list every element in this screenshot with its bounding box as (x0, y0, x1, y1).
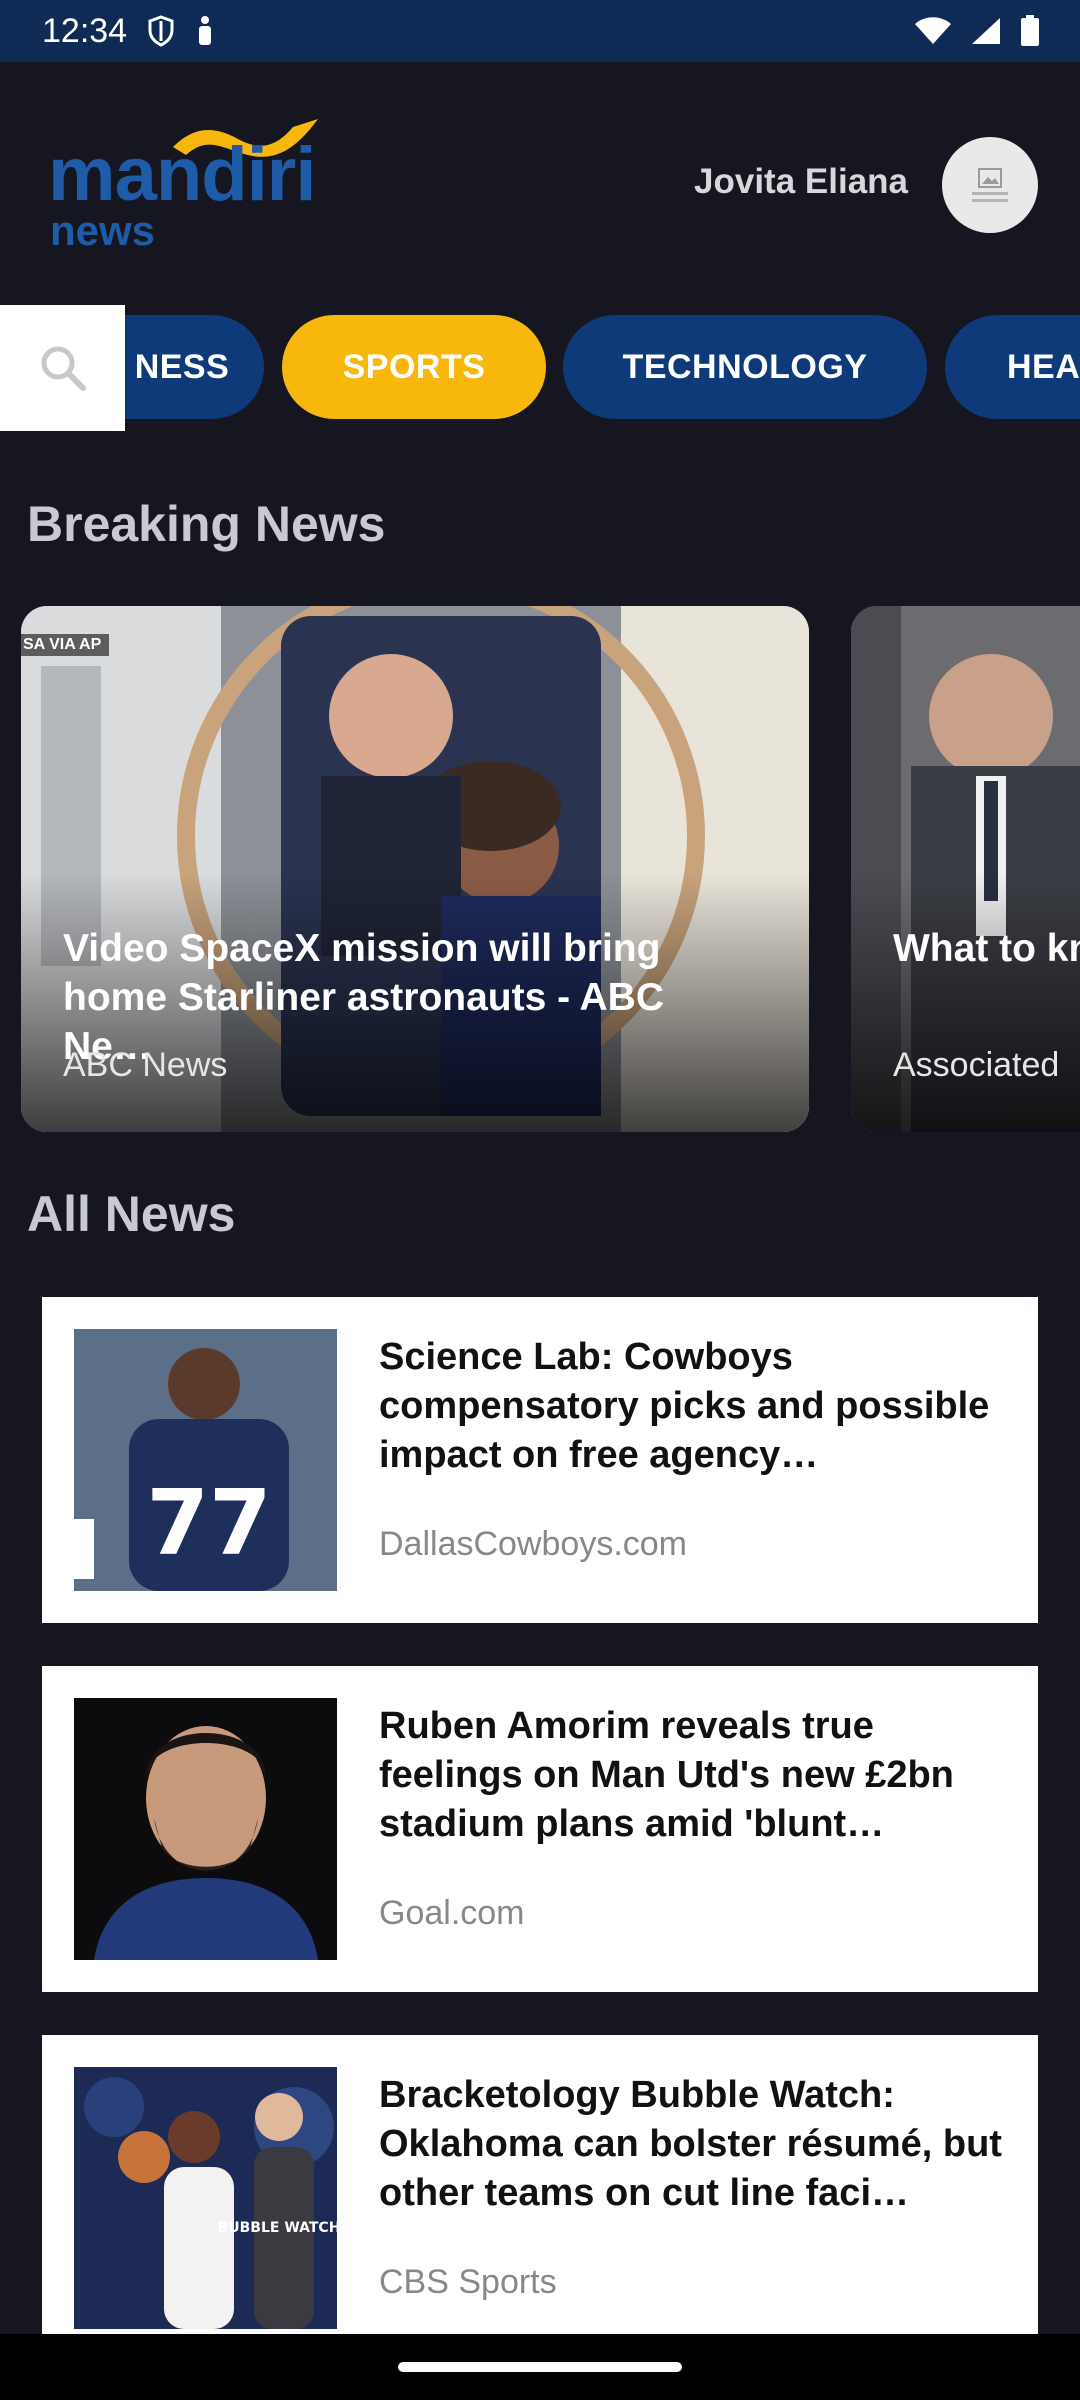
breaking-card-source: Associated (893, 1046, 1060, 1084)
logo-text-news: news (50, 207, 156, 254)
photo-credit: SA VIA AP (21, 634, 110, 656)
status-bar: 12:34 (0, 0, 1080, 62)
news-source: DallasCowboys.com (379, 1525, 687, 1563)
jersey-number: 77 (146, 1471, 271, 1576)
image-placeholder-icon (978, 168, 1002, 188)
app-header: mandiri news Jovita Eliana (0, 62, 1080, 302)
tab-sports-label: SPORTS (342, 347, 486, 386)
logo-text-mandiri: mandiri (48, 132, 316, 217)
news-list-item[interactable]: BUBBLE WATCH Bracketology Bubble Watch: … (42, 2035, 1038, 2361)
tab-technology[interactable]: TECHNOLOGY (563, 315, 927, 419)
signal-icon (972, 18, 1000, 44)
tab-business-label: NESS (134, 347, 230, 386)
news-thumbnail: 77 (74, 1329, 337, 1591)
wifi-icon (915, 17, 951, 44)
system-nav-bar (0, 2334, 1080, 2400)
avatar-placeholder-line (972, 192, 1008, 195)
tab-technology-label: TECHNOLOGY (622, 347, 868, 386)
coach-portrait-photo (74, 1698, 337, 1960)
category-tabs: NESS SPORTS TECHNOLOGY HEA (0, 305, 1080, 435)
bubble-watch-text: BUBBLE WATCH (218, 2220, 337, 2236)
home-gesture-handle[interactable] (398, 2362, 682, 2372)
news-list-item[interactable]: Ruben Amorim reveals true feelings on Ma… (42, 1666, 1038, 1992)
news-source: Goal.com (379, 1894, 525, 1932)
avatar-placeholder-line (972, 199, 1008, 202)
news-title: Science Lab: Cowboys compensatory picks … (379, 1336, 990, 1476)
breaking-news-title: Breaking News (27, 496, 386, 552)
search-button[interactable] (0, 305, 125, 431)
news-source: CBS Sports (379, 2263, 557, 2301)
breaking-news-carousel: SA VIA AP Video SpaceX mission will brin… (0, 606, 1080, 1132)
breaking-card-title: What to kn of Portuga (893, 927, 1080, 970)
tab-sports[interactable]: SPORTS (282, 315, 546, 419)
mandiri-news-logo[interactable]: mandiri news (48, 107, 348, 254)
card-gradient (851, 872, 1080, 1132)
tab-health-label: HEA (1007, 347, 1080, 386)
search-icon (41, 346, 86, 391)
breaking-card[interactable]: What to kn of Portuga Associated (851, 606, 1080, 1132)
avatar[interactable] (942, 137, 1038, 233)
tab-health[interactable]: HEA (945, 315, 1080, 419)
news-title: Ruben Amorim reveals true feelings on Ma… (379, 1705, 954, 1845)
news-thumbnail: BUBBLE WATCH (74, 2067, 337, 2329)
breaking-card[interactable]: SA VIA AP Video SpaceX mission will brin… (21, 606, 809, 1132)
person-icon (199, 16, 212, 45)
user-name[interactable]: Jovita Eliana (694, 162, 908, 202)
status-time: 12:34 (42, 11, 128, 50)
news-thumbnail (74, 1698, 337, 1960)
basketball-players-photo: BUBBLE WATCH (74, 2067, 337, 2329)
breaking-card-source: ABC News (63, 1046, 228, 1084)
news-list-item[interactable]: 77 Science Lab: Cowboys compensatory pic… (42, 1297, 1038, 1623)
news-title: Bracketology Bubble Watch: Oklahoma can … (379, 2074, 1002, 2214)
battery-icon (1021, 15, 1039, 46)
all-news-title: All News (27, 1186, 236, 1242)
shield-icon (148, 15, 174, 47)
football-player-photo: 77 (74, 1329, 337, 1591)
